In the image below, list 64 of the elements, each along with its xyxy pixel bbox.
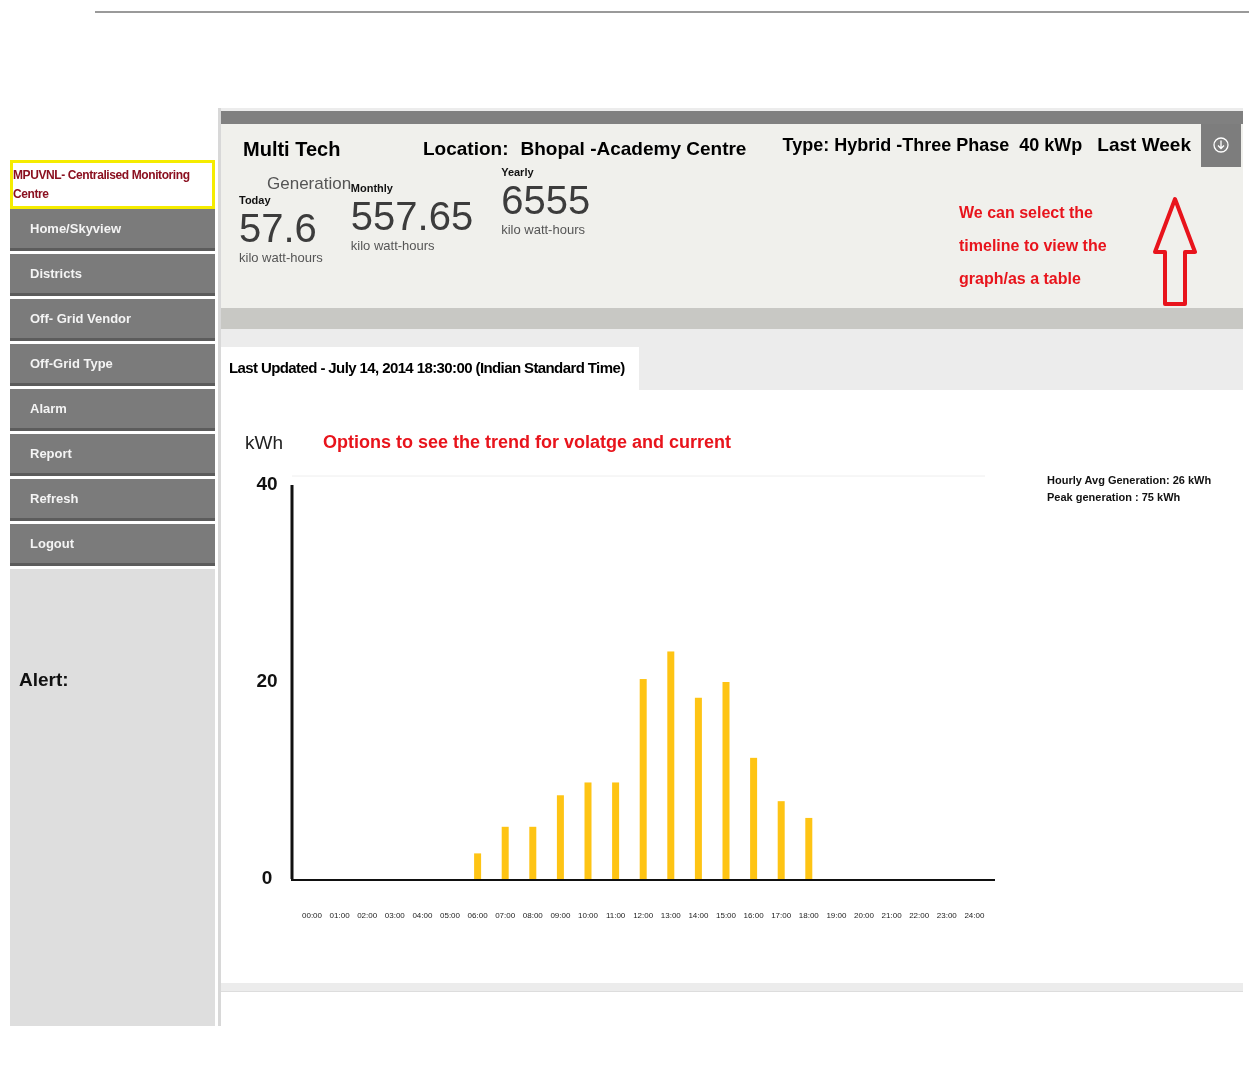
nav-button[interactable]: Report <box>10 434 215 476</box>
x-tick-label: 05:00 <box>440 910 460 920</box>
x-tick-label: 21:00 <box>881 910 902 920</box>
chart-stat: Peak generation : 75 kWh <box>1047 490 1182 503</box>
x-tick-label: 07:00 <box>495 910 516 920</box>
x-tick-label: 08:00 <box>522 910 543 920</box>
x-tick-label: 15:00 <box>716 910 736 920</box>
site-name: Multi Tech <box>243 137 342 161</box>
plant-type: Type: Hybrid -Three Phase 40 kWp <box>782 134 1084 156</box>
x-tick-label: 09:00 <box>550 910 571 920</box>
metric-unit: kilo watt-hours <box>239 250 323 266</box>
x-tick-label: 03:00 <box>384 910 405 920</box>
nav-button[interactable]: Logout <box>10 524 215 566</box>
app-title: MPUVNL- Centralised Monitoring Centre <box>10 160 215 209</box>
nav-button[interactable]: Alarm <box>10 389 215 431</box>
location-value: Bhopal -Academy Centre <box>520 138 748 161</box>
x-tick-label: 22:00 <box>909 910 930 920</box>
x-tick-label: 06:00 <box>467 910 488 920</box>
x-tick-label: 17:00 <box>771 910 792 920</box>
metric-unit: kilo watt-hours <box>350 238 436 254</box>
metric-value: 557.65 <box>350 194 474 239</box>
location-label: Location: <box>423 138 509 161</box>
y-tick-label: 0 <box>261 866 273 888</box>
up-arrow-icon <box>1152 196 1198 309</box>
x-tick-label: 16:00 <box>743 910 764 920</box>
x-tick-label: 13:00 <box>660 910 681 920</box>
metric-value: 6555 <box>501 178 591 223</box>
x-tick-label: 12:00 <box>633 910 654 920</box>
nav-button[interactable]: Home/Skyview <box>10 209 215 251</box>
nav-button[interactable]: Off- Grid Vendor <box>10 299 215 341</box>
x-tick-label: 01:00 <box>329 910 350 920</box>
metric-label: Yearly <box>501 166 535 179</box>
alert-label: Alert: <box>19 669 70 691</box>
metric-value: 57.6 <box>239 206 318 251</box>
generation-title: Generation <box>267 174 352 195</box>
x-tick-label: 11:00 <box>605 910 626 920</box>
timeline-note: We can select the timeline to view the graph/as a table <box>959 203 1108 290</box>
trend-note: Options to see the trend for volatge and current <box>323 432 732 454</box>
bar <box>501 826 509 879</box>
x-tick-label: 14:00 <box>688 910 709 920</box>
period-dropdown[interactable]: Last Week <box>1097 123 1243 167</box>
x-tick-label: 00:00 <box>302 910 322 920</box>
chart-stat: Hourly Avg Generation: 26 kWh <box>1047 473 1212 486</box>
bar <box>474 853 482 879</box>
x-tick-label: 20:00 <box>854 910 874 920</box>
nav-button[interactable]: Districts <box>10 254 215 296</box>
x-tick-label: 24:00 <box>964 910 985 920</box>
unit-label: kWh <box>245 431 283 454</box>
metric-label: Today <box>239 194 272 207</box>
y-tick-label: 40 <box>256 473 278 494</box>
y-tick-label: 20 <box>256 669 278 691</box>
nav-button[interactable]: Off-Grid Type <box>10 344 215 386</box>
x-tick-label: 02:00 <box>357 910 378 920</box>
x-tick-label: 04:00 <box>412 910 433 920</box>
bar <box>805 817 813 879</box>
x-tick-label: 19:00 <box>826 910 847 920</box>
metric-label: Monthly <box>350 182 394 195</box>
x-tick-label: 18:00 <box>798 910 819 920</box>
nav-button[interactable]: Refresh <box>10 479 215 521</box>
x-tick-label: 23:00 <box>936 910 957 920</box>
last-updated-label: Last Updated - July 14, 2014 18:30:00 (Indian Standard Time) <box>221 347 639 390</box>
bar <box>529 826 537 879</box>
x-tick-label: 10:00 <box>578 910 598 920</box>
metric-unit: kilo watt-hours <box>501 222 586 238</box>
